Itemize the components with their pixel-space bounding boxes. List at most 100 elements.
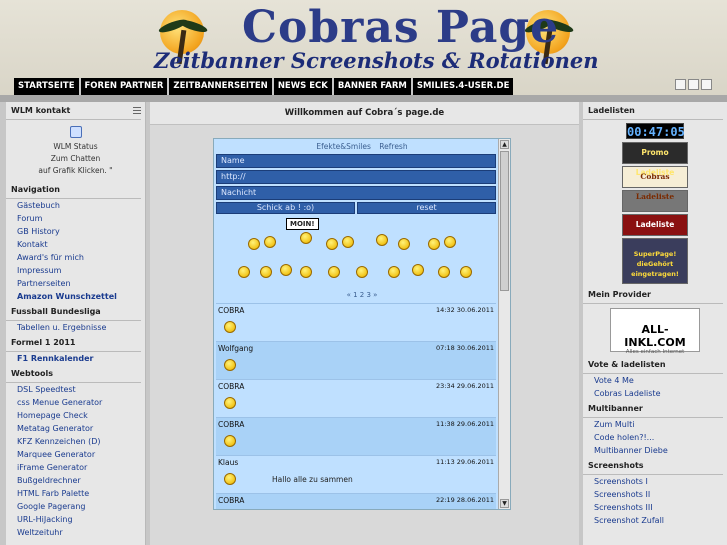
- smiley-icon[interactable]: [388, 266, 400, 278]
- screenshots-3-link[interactable]: Screenshots III: [583, 501, 727, 514]
- provider-title: Mein Provider: [583, 286, 723, 304]
- code-holen-link[interactable]: Code holen?!...: [583, 431, 727, 444]
- sidebar-link[interactable]: iFrame Generator: [6, 461, 145, 474]
- vote-title: Vote & ladelisten: [583, 356, 723, 374]
- nav-smilies[interactable]: SMILIES.4-USER.DE: [413, 78, 514, 95]
- moin-sign[interactable]: MOIN!: [286, 218, 319, 230]
- right-sidebar: Ladelisten 00:47:05 Promo Ladeliste Cobr…: [583, 102, 727, 545]
- sidebar-link[interactable]: css Menue Generator: [6, 396, 145, 409]
- smiley-icon[interactable]: [260, 266, 272, 278]
- wlm-status[interactable]: WLM Status Zum Chatten auf Grafik Klicke…: [6, 120, 145, 181]
- smiley-icon[interactable]: [460, 266, 472, 278]
- smiley-icon[interactable]: [412, 264, 424, 276]
- scroll-up-icon[interactable]: ▲: [500, 140, 509, 149]
- smiley-icon[interactable]: [356, 266, 368, 278]
- smiley-icon[interactable]: [264, 236, 276, 248]
- shout-entry: COBRA 11:38 29.06.2011: [216, 417, 496, 455]
- sidebar-link[interactable]: Marquee Generator: [6, 448, 145, 461]
- all-inkl-banner[interactable]: ALL-INKL.COM Alles einfach Internet: [610, 308, 700, 355]
- nav-news-eck[interactable]: NEWS ECK: [274, 78, 334, 95]
- sidebar-link[interactable]: Google Pagerang: [6, 500, 145, 513]
- layout-button-2[interactable]: [688, 79, 699, 90]
- sidebar-link[interactable]: URL-HiJacking: [6, 513, 145, 526]
- shoutbox-pager[interactable]: « 1 2 3 »: [214, 290, 510, 303]
- welcome-title: Willkommen auf Cobra´s page.de: [150, 102, 579, 125]
- shout-author: Wolfgang: [218, 344, 254, 353]
- sidebar-link[interactable]: KFZ Kennzeichen (D): [6, 435, 145, 448]
- messenger-icon[interactable]: [69, 126, 82, 138]
- url-field[interactable]: http://: [216, 170, 496, 184]
- sidebar-link[interactable]: Impressum: [6, 264, 145, 277]
- sidebar-link[interactable]: Award's für mich: [6, 251, 145, 264]
- sidebar-link[interactable]: Homepage Check: [6, 409, 145, 422]
- sidebar-link[interactable]: GB History: [6, 225, 145, 238]
- screenshot-zufall-link[interactable]: Screenshot Zufall: [583, 514, 727, 527]
- wlm-line: auf Grafik Klicken. ": [38, 166, 113, 175]
- shout-author: Klaus: [218, 458, 239, 467]
- cobras-ladeliste-badge[interactable]: Cobras Ladeliste: [622, 166, 688, 201]
- smiley-icon[interactable]: [342, 236, 354, 248]
- layout-button-1[interactable]: [675, 79, 686, 90]
- sidebar-link[interactable]: Metatag Generator: [6, 422, 145, 435]
- ladeliste-badge[interactable]: Ladeliste: [622, 214, 688, 236]
- name-field[interactable]: Name: [216, 154, 496, 168]
- smiley-icon[interactable]: [280, 264, 292, 276]
- sidebar-link[interactable]: Tabellen u. Ergebnisse: [6, 321, 145, 334]
- shoutbox-toolbar[interactable]: Efekte&Smiles Refresh: [214, 139, 510, 154]
- smiley-icon[interactable]: [398, 238, 410, 250]
- smiley-icon[interactable]: [444, 236, 456, 248]
- reset-button[interactable]: reset: [357, 202, 496, 214]
- shout-entry: COBRA 23:34 29.06.2011: [216, 379, 496, 417]
- smiley-icon[interactable]: [248, 238, 260, 250]
- vote-link[interactable]: Vote 4 Me: [583, 374, 727, 387]
- screenshots-2-link[interactable]: Screenshots II: [583, 488, 727, 501]
- clock-widget: 00:47:05: [626, 123, 685, 139]
- cobras-ladeliste-link[interactable]: Cobras Ladeliste: [583, 387, 727, 400]
- shout-author: COBRA: [218, 382, 245, 391]
- smiley-icon[interactable]: [300, 266, 312, 278]
- multibanner-title: Multibanner: [583, 400, 723, 418]
- zum-multi-link[interactable]: Zum Multi: [583, 418, 727, 431]
- nav-banner-farm[interactable]: BANNER FARM: [334, 78, 413, 95]
- superpage-badge[interactable]: SuperPage! dieGehört eingetragen!: [622, 238, 688, 284]
- smiley-icon[interactable]: [326, 238, 338, 250]
- sidebar-link[interactable]: Amazon Wunschzettel: [6, 290, 145, 303]
- smiley-icon: [224, 435, 236, 447]
- sidebar-link[interactable]: DSL Speedtest: [6, 383, 145, 396]
- shoutbox-scrollbar[interactable]: ▲ ▼: [498, 139, 510, 509]
- send-button[interactable]: Schick ab ! :o): [216, 202, 355, 214]
- smiley-icon[interactable]: [238, 266, 250, 278]
- scroll-thumb[interactable]: [500, 151, 509, 291]
- smiley-panel: MOIN!: [216, 216, 496, 290]
- sidebar-link[interactable]: Kontakt: [6, 238, 145, 251]
- section-title: Fussball Bundesliga: [6, 303, 141, 321]
- smiley-icon[interactable]: [376, 234, 388, 246]
- smiley-icon[interactable]: [300, 232, 312, 244]
- message-field[interactable]: Nachicht: [216, 186, 496, 200]
- nav-startseite[interactable]: STARTSEITE: [14, 78, 81, 95]
- scroll-down-icon[interactable]: ▼: [500, 499, 509, 508]
- collapse-icon[interactable]: [133, 107, 141, 114]
- nav-zeitbannerseiten[interactable]: ZEITBANNERSEITEN: [169, 78, 274, 95]
- main-nav: STARTSEITE FOREN PARTNER ZEITBANNERSEITE…: [14, 78, 514, 95]
- multibanner-diebe-link[interactable]: Multibanner Diebe: [583, 444, 727, 457]
- nav-foren-partner[interactable]: FOREN PARTNER: [81, 78, 170, 95]
- section-title: Navigation: [6, 181, 141, 199]
- layout-buttons: [675, 79, 712, 90]
- smiley-icon[interactable]: [438, 266, 450, 278]
- sidebar-link[interactable]: Weltzeituhr: [6, 526, 145, 539]
- sidebar-link[interactable]: Bußgeldrechner: [6, 474, 145, 487]
- smiley-icon[interactable]: [428, 238, 440, 250]
- sidebar-link[interactable]: HTML Farb Palette: [6, 487, 145, 500]
- sidebar-link[interactable]: Gästebuch: [6, 199, 145, 212]
- smiley-icon[interactable]: [328, 266, 340, 278]
- layout-button-3[interactable]: [701, 79, 712, 90]
- screenshots-1-link[interactable]: Screenshots I: [583, 475, 727, 488]
- sidebar-link[interactable]: Partnerseiten: [6, 277, 145, 290]
- shoutbox: Efekte&Smiles Refresh Name http:// Nachi…: [213, 138, 511, 510]
- left-sections: Navigation Gästebuch Forum GB History Kontak…: [6, 181, 145, 539]
- promo-ladeliste-badge[interactable]: Promo Ladeliste: [622, 142, 688, 177]
- sidebar-link[interactable]: F1 Rennkalender: [6, 352, 145, 365]
- ladelisten-title: Ladelisten: [583, 102, 723, 120]
- sidebar-link[interactable]: Forum: [6, 212, 145, 225]
